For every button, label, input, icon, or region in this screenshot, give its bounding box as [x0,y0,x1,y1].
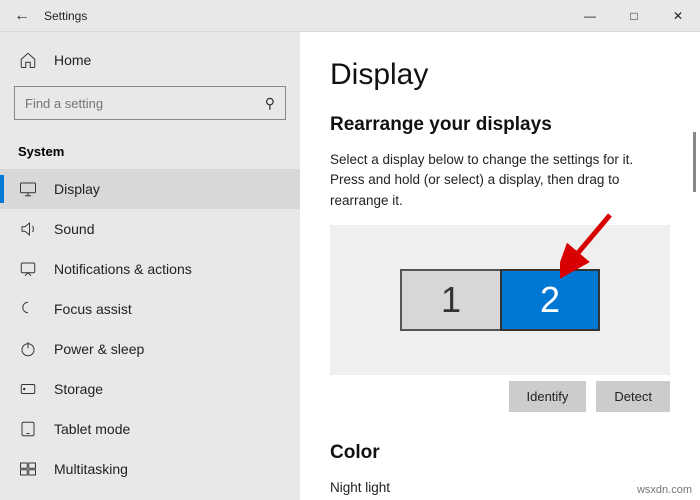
sidebar-item-tablet-mode[interactable]: Tablet mode [0,409,300,449]
sidebar-item-notifications[interactable]: Notifications & actions [0,249,300,289]
sidebar-item-home[interactable]: Home [0,38,300,82]
sidebar-item-power-sleep[interactable]: Power & sleep [0,329,300,369]
maximize-button[interactable]: □ [612,0,656,32]
section-color: Color [330,442,670,464]
notifications-icon [18,259,38,279]
search-input[interactable] [25,96,265,111]
tablet-icon [18,419,38,439]
minimize-button[interactable]: ― [568,0,612,32]
sidebar-item-label: Notifications & actions [54,261,192,277]
sidebar: Home ⚲ System Display Sound Notification… [0,32,300,500]
sidebar-item-multitasking[interactable]: Multitasking [0,449,300,489]
rearrange-description: Select a display below to change the set… [330,150,670,211]
sidebar-item-storage[interactable]: Storage [0,369,300,409]
identify-button[interactable]: Identify [509,381,587,412]
multitasking-icon [18,459,38,479]
sidebar-item-display[interactable]: Display [0,169,300,209]
content-pane: Display Rearrange your displays Select a… [300,32,700,500]
night-light-label: Night light [330,478,670,498]
scrollbar[interactable] [693,132,696,192]
sidebar-item-label: Sound [54,221,94,237]
home-icon [18,50,38,70]
back-button[interactable]: ← [0,7,44,25]
sidebar-item-label: Power & sleep [54,341,144,357]
monitor-1[interactable]: 1 [400,269,500,331]
sidebar-item-label: Tablet mode [54,421,130,437]
sidebar-item-sound[interactable]: Sound [0,209,300,249]
watermark: wsxdn.com [637,484,692,496]
sidebar-item-label: Multitasking [54,461,128,477]
storage-icon [18,379,38,399]
window-title: Settings [44,9,87,23]
monitor-2[interactable]: 2 [500,269,600,331]
power-icon [18,339,38,359]
focus-assist-icon [18,299,38,319]
sound-icon [18,219,38,239]
detect-button[interactable]: Detect [596,381,670,412]
display-arrangement-canvas[interactable]: 1 2 [330,225,670,375]
sidebar-item-focus-assist[interactable]: Focus assist [0,289,300,329]
title-bar: ← Settings ― □ ✕ [0,0,700,32]
section-rearrange: Rearrange your displays [330,114,670,136]
page-title: Display [330,58,670,92]
sidebar-item-label: Display [54,181,100,197]
close-button[interactable]: ✕ [656,0,700,32]
search-box[interactable]: ⚲ [14,86,286,120]
display-icon [18,179,38,199]
sidebar-item-label: Storage [54,381,103,397]
sidebar-item-label: Home [54,52,91,68]
search-icon: ⚲ [265,95,275,112]
sidebar-item-label: Focus assist [54,301,132,317]
sidebar-heading: System [0,128,300,169]
